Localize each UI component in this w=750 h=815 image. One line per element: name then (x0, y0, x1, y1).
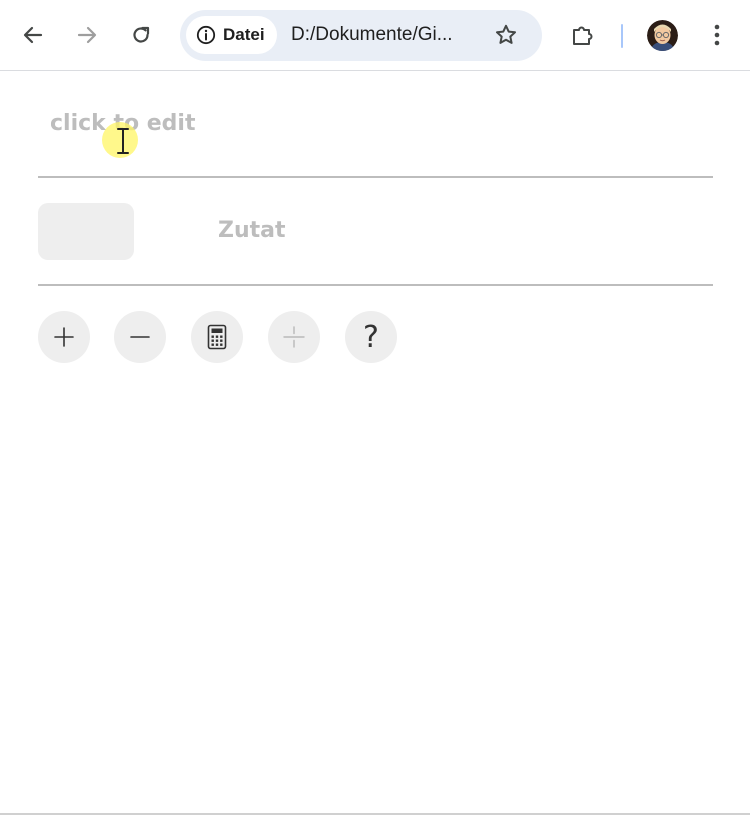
address-bar[interactable]: Datei D:/Dokumente/Gi... (180, 10, 542, 61)
browser-menu-button[interactable] (699, 17, 735, 53)
back-button[interactable] (15, 17, 51, 53)
help-button[interactable]: ? (345, 311, 397, 363)
ingredient-row: Zutat (38, 180, 713, 286)
calculator-icon (207, 324, 227, 350)
url-text[interactable]: D:/Dokumente/Gi... (291, 24, 481, 46)
question-mark-icon: ? (363, 320, 379, 355)
bookmark-button[interactable] (488, 17, 524, 53)
ingredient-name-input[interactable]: Zutat (218, 218, 286, 243)
reload-icon (133, 26, 150, 43)
avatar[interactable] (647, 20, 678, 51)
toolbar-separator (621, 24, 623, 48)
arrow-left-icon (23, 26, 43, 44)
browser-toolbar: Datei D:/Dokumente/Gi... (0, 0, 750, 71)
extensions-button[interactable] (565, 17, 601, 53)
calculator-button[interactable] (191, 311, 243, 363)
puzzle-icon (573, 26, 593, 45)
divide-button[interactable] (268, 311, 320, 363)
arrow-right-icon (77, 26, 97, 44)
security-chip-label: Datei (223, 25, 265, 44)
plus-icon (54, 327, 74, 347)
minus-icon (130, 336, 150, 338)
kebab-menu-icon (714, 24, 720, 46)
info-icon (196, 25, 216, 45)
remove-ingredient-button[interactable] (114, 311, 166, 363)
amount-input[interactable] (38, 203, 134, 260)
divide-icon (283, 326, 305, 348)
security-chip[interactable]: Datei (186, 16, 277, 54)
text-cursor-icon (117, 128, 129, 154)
reload-button[interactable] (123, 17, 159, 53)
recipe-title-field[interactable]: click to edit (38, 88, 713, 178)
add-ingredient-button[interactable] (38, 311, 90, 363)
forward-button[interactable] (69, 17, 105, 53)
star-icon (496, 24, 516, 44)
